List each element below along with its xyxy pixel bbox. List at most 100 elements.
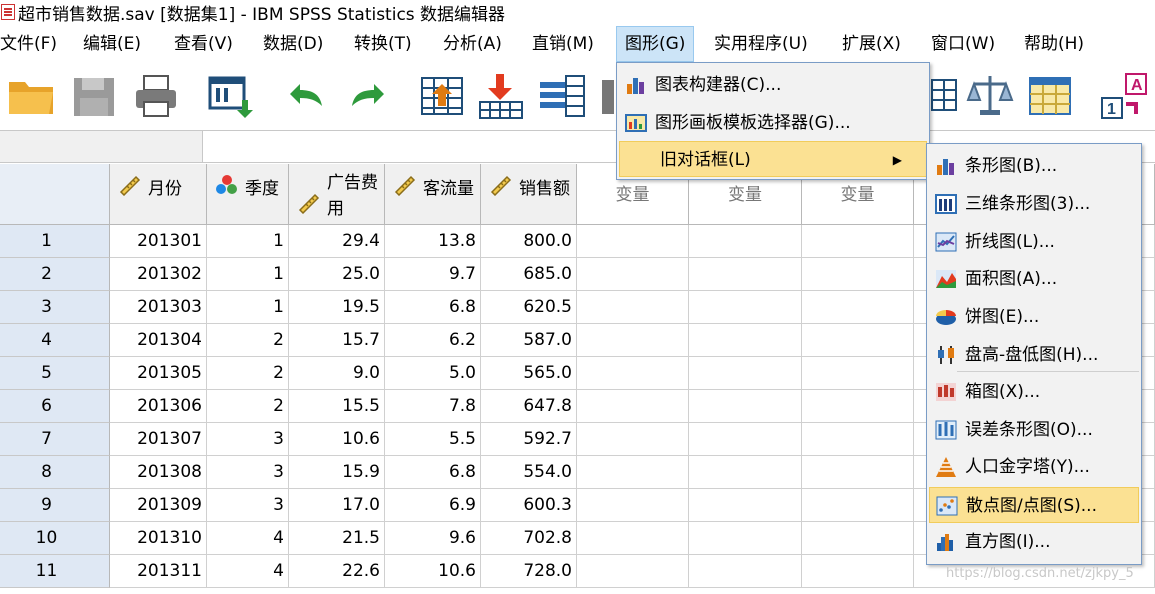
graphs-menu-legacy-dialogs[interactable]: 旧对话框(L) ▶ xyxy=(619,141,927,177)
menu-edit[interactable]: 编辑(E) xyxy=(83,26,141,62)
cell-sales[interactable]: 565.0 xyxy=(481,357,577,390)
cell-ad-cost[interactable]: 22.6 xyxy=(289,555,385,588)
cell-sales[interactable]: 554.0 xyxy=(481,456,577,489)
legacy-menu-pie-chart[interactable]: 饼图(E)... xyxy=(929,299,1139,335)
cell-empty[interactable] xyxy=(689,522,802,555)
cell-empty[interactable] xyxy=(577,522,689,555)
cell-traffic[interactable]: 7.8 xyxy=(385,390,481,423)
print-icon[interactable] xyxy=(132,70,182,122)
legacy-menu-error-bar[interactable]: 误差条形图(O)... xyxy=(929,412,1139,448)
row-number[interactable]: 6 xyxy=(0,390,110,423)
cell-empty[interactable] xyxy=(577,555,689,588)
cell-month[interactable]: 201301 xyxy=(110,225,207,258)
cell-month[interactable]: 201303 xyxy=(110,291,207,324)
cell-quarter[interactable]: 3 xyxy=(207,456,289,489)
menu-help[interactable]: 帮助(H) xyxy=(1024,26,1084,62)
grid-corner[interactable] xyxy=(0,164,110,225)
row-number[interactable]: 8 xyxy=(0,456,110,489)
menu-analyze[interactable]: 分析(A) xyxy=(443,26,502,62)
cell-empty[interactable] xyxy=(577,390,689,423)
split-file-icon[interactable] xyxy=(930,70,960,122)
legacy-menu-pyramid[interactable]: 人口金字塔(Y)... xyxy=(929,449,1139,485)
cell-ad-cost[interactable]: 19.5 xyxy=(289,291,385,324)
row-number[interactable]: 7 xyxy=(0,423,110,456)
cell-empty[interactable] xyxy=(802,291,914,324)
cell-traffic[interactable]: 9.6 xyxy=(385,522,481,555)
legacy-menu-3d-bar-chart[interactable]: 三维条形图(3)... xyxy=(929,186,1139,222)
graphs-menu-graphboard[interactable]: 图形画板模板选择器(G)... xyxy=(619,105,927,141)
cell-quarter[interactable]: 4 xyxy=(207,522,289,555)
cell-empty[interactable] xyxy=(689,489,802,522)
cell-month[interactable]: 201306 xyxy=(110,390,207,423)
row-number[interactable]: 9 xyxy=(0,489,110,522)
cell-traffic[interactable]: 5.0 xyxy=(385,357,481,390)
cell-sales[interactable]: 620.5 xyxy=(481,291,577,324)
cell-traffic[interactable]: 9.7 xyxy=(385,258,481,291)
cell-sales[interactable]: 647.8 xyxy=(481,390,577,423)
cell-empty[interactable] xyxy=(689,390,802,423)
cell-empty[interactable] xyxy=(802,489,914,522)
cell-empty[interactable] xyxy=(802,324,914,357)
cell-sales[interactable]: 600.3 xyxy=(481,489,577,522)
open-folder-icon[interactable] xyxy=(6,70,56,122)
cell-empty[interactable] xyxy=(577,456,689,489)
cell-month[interactable]: 201308 xyxy=(110,456,207,489)
cell-ad-cost[interactable]: 29.4 xyxy=(289,225,385,258)
cell-month[interactable]: 201304 xyxy=(110,324,207,357)
cell-sales[interactable]: 800.0 xyxy=(481,225,577,258)
graphs-menu-chart-builder[interactable]: 图表构建器(C)... xyxy=(619,67,927,103)
cell-quarter[interactable]: 2 xyxy=(207,357,289,390)
cell-sales[interactable]: 592.7 xyxy=(481,423,577,456)
cell-empty[interactable] xyxy=(802,555,914,588)
cell-sales[interactable]: 685.0 xyxy=(481,258,577,291)
cell-empty[interactable] xyxy=(689,423,802,456)
toolbar-partial-icon[interactable] xyxy=(600,70,616,122)
value-labels-icon[interactable]: A1 xyxy=(1100,70,1150,122)
cell-month[interactable]: 201307 xyxy=(110,423,207,456)
redo-icon[interactable] xyxy=(342,70,392,122)
cell-month[interactable]: 201310 xyxy=(110,522,207,555)
legacy-menu-line-chart[interactable]: 折线图(L)... xyxy=(929,224,1139,260)
cell-traffic[interactable]: 10.6 xyxy=(385,555,481,588)
cell-empty[interactable] xyxy=(577,258,689,291)
menu-view[interactable]: 查看(V) xyxy=(174,26,233,62)
column-header-month[interactable]: 月份 xyxy=(110,164,207,225)
cell-empty[interactable] xyxy=(802,258,914,291)
row-number[interactable]: 4 xyxy=(0,324,110,357)
cell-ad-cost[interactable]: 9.0 xyxy=(289,357,385,390)
legacy-menu-high-low-chart[interactable]: 盘高-盘低图(H)... xyxy=(929,337,1139,373)
cell-quarter[interactable]: 1 xyxy=(207,225,289,258)
cell-ad-cost[interactable]: 25.0 xyxy=(289,258,385,291)
cell-ad-cost[interactable]: 17.0 xyxy=(289,489,385,522)
cell-empty[interactable] xyxy=(802,390,914,423)
cell-ad-cost[interactable]: 15.9 xyxy=(289,456,385,489)
cell-traffic[interactable]: 6.2 xyxy=(385,324,481,357)
cell-month[interactable]: 201311 xyxy=(110,555,207,588)
cell-quarter[interactable]: 3 xyxy=(207,489,289,522)
legacy-menu-boxplot[interactable]: 箱图(X)... xyxy=(929,374,1139,410)
save-icon[interactable] xyxy=(70,70,120,122)
cell-empty[interactable] xyxy=(802,225,914,258)
menu-direct-marketing[interactable]: 直销(M) xyxy=(532,26,594,62)
legacy-menu-area-chart[interactable]: 面积图(A)... xyxy=(929,261,1139,297)
go-to-variable-icon[interactable] xyxy=(476,70,526,122)
cell-empty[interactable] xyxy=(689,324,802,357)
menu-graphs[interactable]: 图形(G) xyxy=(616,26,695,62)
legacy-menu-scatter[interactable]: 散点图/点图(S)... xyxy=(929,487,1139,523)
column-header-sales[interactable]: 销售额 xyxy=(481,164,577,225)
cell-empty[interactable] xyxy=(577,423,689,456)
cell-empty[interactable] xyxy=(577,225,689,258)
cell-quarter[interactable]: 2 xyxy=(207,324,289,357)
row-number[interactable]: 2 xyxy=(0,258,110,291)
legacy-menu-bar-chart[interactable]: 条形图(B)... xyxy=(929,148,1139,184)
cell-traffic[interactable]: 6.8 xyxy=(385,456,481,489)
cell-month[interactable]: 201305 xyxy=(110,357,207,390)
cell-traffic[interactable]: 6.8 xyxy=(385,291,481,324)
cell-empty[interactable] xyxy=(577,324,689,357)
weight-cases-icon[interactable] xyxy=(966,70,1016,122)
row-number[interactable]: 11 xyxy=(0,555,110,588)
recall-dialog-icon[interactable] xyxy=(206,70,256,122)
cell-empty[interactable] xyxy=(802,357,914,390)
cell-ad-cost[interactable]: 15.7 xyxy=(289,324,385,357)
cell-empty[interactable] xyxy=(689,258,802,291)
